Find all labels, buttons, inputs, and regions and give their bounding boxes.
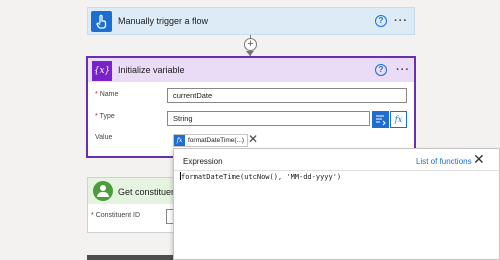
help-icon[interactable]: ? [375, 64, 387, 76]
value-label: Value [95, 134, 113, 141]
constituent-id-label: * Constituent ID [91, 212, 141, 219]
expression-button[interactable]: fx [390, 111, 407, 128]
remove-token-icon[interactable]: ✕ [248, 132, 258, 146]
name-label: * Name [95, 91, 119, 98]
expression-input[interactable]: formatDateTime(utcNow(), 'MM-dd-yyyy') [180, 172, 341, 181]
dynamic-content-button[interactable] [372, 111, 389, 128]
close-icon[interactable]: ✕ [473, 152, 485, 166]
type-select[interactable]: String [167, 111, 370, 126]
expression-tab[interactable]: Expression [183, 157, 223, 166]
divider [174, 170, 499, 171]
initialize-variable-card: {x} Initialize variable ? ··· * Name cur… [86, 56, 416, 158]
more-options-icon[interactable]: ··· [396, 65, 410, 76]
list-of-functions-link[interactable]: List of functions [416, 157, 472, 166]
card-title: Initialize variable [118, 65, 185, 75]
dynamic-content-icon [376, 115, 386, 126]
trigger-title: Manually trigger a flow [118, 16, 209, 26]
variable-icon: {x} [92, 61, 112, 81]
add-step-button[interactable]: + [244, 38, 257, 51]
constituent-icon [93, 181, 113, 201]
fx-icon: fx [174, 135, 185, 146]
name-input[interactable]: currentDate [167, 88, 407, 103]
help-icon[interactable]: ? [375, 15, 387, 27]
trigger-card[interactable]: Manually trigger a flow ? ··· [87, 7, 415, 35]
type-label: * Type [95, 113, 115, 120]
more-options-icon[interactable]: ··· [394, 16, 408, 27]
expression-token[interactable]: fx formatDateTime(...) [173, 134, 249, 147]
card-header[interactable]: {x} Initialize variable ? ··· [88, 58, 414, 82]
expression-panel: Expression List of functions ✕ formatDat… [173, 148, 500, 260]
hand-touch-icon [91, 11, 112, 32]
token-label: formatDateTime(...) [188, 137, 245, 144]
